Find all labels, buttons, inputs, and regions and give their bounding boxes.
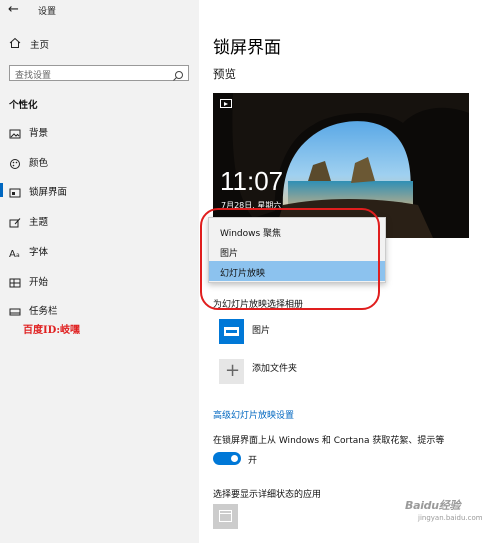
sidebar-item-label: 背景 — [29, 128, 49, 139]
sidebar-item-label: 开始 — [29, 277, 49, 288]
slideshow-icon — [220, 99, 232, 108]
preview-heading: 预览 — [213, 67, 236, 81]
handwritten-id-note: 百度ID:岐嘿 — [23, 325, 81, 336]
sidebar-item-start[interactable]: 开始 — [0, 271, 199, 289]
svg-text:A: A — [9, 249, 16, 259]
plus-icon[interactable]: + — [219, 359, 244, 384]
album-section-label: 为幻灯片放映选择相册 — [213, 300, 304, 310]
search-input[interactable]: 查找设置 — [9, 65, 189, 81]
sidebar-item-taskbar[interactable]: 任务栏 — [0, 300, 199, 318]
font-icon: Aa — [9, 244, 21, 260]
calendar-icon[interactable] — [213, 504, 238, 529]
sidebar-item-label: 字体 — [29, 247, 49, 258]
section-title: 个性化 — [9, 100, 38, 111]
sidebar-item-colors[interactable]: 颜色 — [0, 152, 199, 170]
picture-icon — [9, 125, 21, 139]
sidebar-item-label: 任务栏 — [29, 306, 58, 317]
taskbar-icon — [9, 303, 21, 316]
page-title: 锁屏界面 — [213, 38, 281, 58]
home-icon — [9, 37, 23, 52]
annotation-circle — [200, 208, 380, 310]
fun-facts-label: 在锁屏界面上从 Windows 和 Cortana 获取花絮、提示等 — [213, 436, 445, 446]
add-folder-label[interactable]: 添加文件夹 — [252, 361, 297, 374]
baidu-watermark-url: jingyan.baidu.com — [418, 514, 483, 522]
pictures-folder-icon[interactable] — [219, 319, 244, 344]
preview-time: 11:07 — [220, 166, 284, 196]
home-nav-item[interactable]: 主页 — [9, 37, 49, 51]
lock-screen-icon — [9, 184, 21, 198]
start-icon — [9, 274, 21, 288]
search-placeholder: 查找设置 — [15, 71, 52, 81]
svg-text:a: a — [16, 252, 20, 259]
album-pictures-label[interactable]: 图片 — [252, 323, 270, 336]
app-title: 设置 — [38, 7, 57, 17]
sidebar: ← 设置 主页 查找设置 个性化 背景 颜色 锁屏界面 主题 A a 字体 开始… — [0, 0, 199, 543]
toggle-state-label: 开 — [248, 456, 258, 466]
palette-icon — [9, 155, 21, 169]
search-icon[interactable] — [172, 67, 184, 81]
sidebar-item-themes[interactable]: 主题 — [0, 211, 199, 229]
fun-facts-toggle[interactable] — [213, 452, 241, 465]
sidebar-item-label: 锁屏界面 — [29, 187, 68, 198]
sidebar-item-lock-screen[interactable]: 锁屏界面 — [0, 181, 199, 199]
sidebar-item-fonts[interactable]: Aa 字体 — [0, 241, 199, 260]
baidu-watermark-logo: Baidu经验 — [405, 499, 461, 512]
brush-icon — [9, 214, 21, 228]
advanced-slideshow-link[interactable]: 高级幻灯片放映设置 — [213, 408, 294, 421]
home-label: 主页 — [30, 40, 50, 51]
detailed-status-label: 选择要显示详细状态的应用 — [213, 490, 322, 500]
active-indicator — [0, 183, 3, 197]
sidebar-item-label: 主题 — [29, 217, 49, 228]
sidebar-item-background[interactable]: 背景 — [0, 122, 199, 140]
back-arrow-icon[interactable]: ← — [8, 3, 24, 19]
sidebar-item-label: 颜色 — [29, 158, 49, 169]
toggle-knob — [231, 455, 238, 462]
